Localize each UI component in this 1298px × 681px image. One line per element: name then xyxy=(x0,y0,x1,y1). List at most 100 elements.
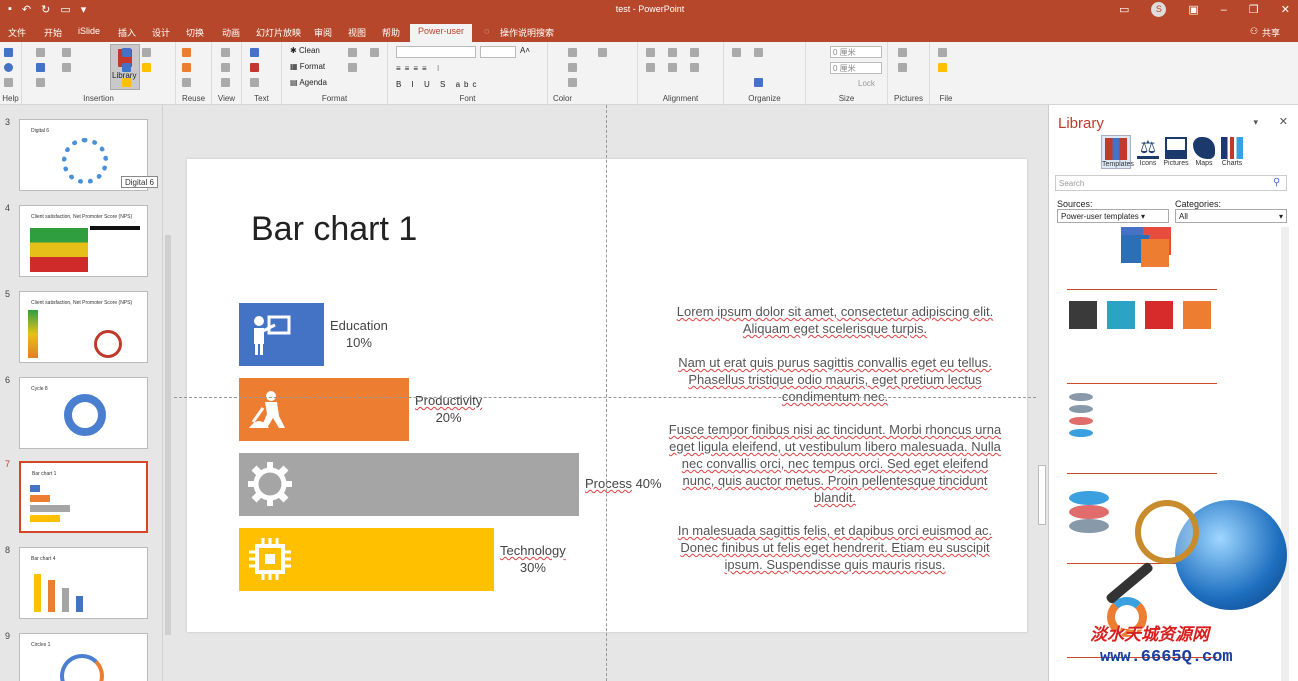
grid-icon[interactable] xyxy=(142,48,151,57)
tab-review[interactable]: 审阅 xyxy=(314,26,332,39)
template-preview[interactable] xyxy=(1069,491,1109,505)
reuse-icon[interactable] xyxy=(182,48,191,57)
group-objects-icon[interactable] xyxy=(754,48,763,57)
font-style-tools[interactable]: B I U S abc xyxy=(396,80,480,89)
refresh-icon[interactable] xyxy=(36,63,45,72)
thumbnail-slide-7[interactable]: Bar chart 1 xyxy=(19,461,148,533)
template-preview[interactable] xyxy=(1183,301,1211,329)
distribute-icon[interactable] xyxy=(732,48,741,57)
tab-maps[interactable]: Maps xyxy=(1189,135,1219,167)
pipette-icon[interactable] xyxy=(348,48,357,57)
template-preview[interactable] xyxy=(1107,301,1135,329)
undo-icon[interactable]: ↶ xyxy=(22,3,31,16)
template-preview[interactable] xyxy=(1145,301,1173,329)
sticky-icon[interactable] xyxy=(142,63,151,72)
library-search-input[interactable]: Search xyxy=(1055,175,1287,191)
flag-icon[interactable] xyxy=(122,78,131,87)
slide-scrollbar[interactable] xyxy=(1036,105,1048,681)
align-middle-icon[interactable] xyxy=(668,63,677,72)
tab-slideshow[interactable]: 幻灯片放映 xyxy=(256,26,301,39)
tab-design[interactable]: 设计 xyxy=(152,26,170,39)
scrollbar-thumb[interactable] xyxy=(165,235,171,635)
text-tool-icon[interactable] xyxy=(250,78,259,87)
info-icon[interactable] xyxy=(4,63,13,72)
thumbnails-scrollbar[interactable] xyxy=(163,105,173,681)
file-icon[interactable] xyxy=(938,48,947,57)
lock-toggle[interactable]: Lock xyxy=(858,79,875,88)
crop-icon[interactable] xyxy=(898,63,907,72)
fill-color-icon[interactable] xyxy=(568,63,577,72)
ribbon-display-icon[interactable]: ▭ xyxy=(1119,3,1129,16)
tell-me-search[interactable]: 操作说明搜索 xyxy=(500,26,554,39)
text-brush-icon[interactable] xyxy=(250,48,259,57)
copy-icon[interactable] xyxy=(182,78,191,87)
present-icon[interactable]: ▭ xyxy=(60,3,70,16)
eraser-icon[interactable] xyxy=(370,48,379,57)
redo-icon[interactable]: ↻ xyxy=(41,3,50,16)
template-preview[interactable] xyxy=(1069,405,1093,413)
tab-view[interactable]: 视图 xyxy=(348,26,366,39)
settings-icon[interactable] xyxy=(4,78,13,87)
language-flag-icon[interactable] xyxy=(250,63,259,72)
line-color-icon[interactable] xyxy=(568,78,577,87)
minimize-button[interactable]: – xyxy=(1221,4,1227,16)
close-icon[interactable]: ✕ xyxy=(1279,115,1288,128)
tab-insert[interactable]: 插入 xyxy=(118,26,136,39)
template-preview[interactable] xyxy=(1069,417,1093,425)
agenda-button[interactable]: ▤ Agenda xyxy=(290,78,327,87)
tab-icons[interactable]: ⚖ Icons xyxy=(1133,135,1163,167)
table-icon[interactable] xyxy=(36,78,45,87)
maximize-button[interactable]: ❐ xyxy=(1249,3,1259,16)
view-list-icon[interactable] xyxy=(221,63,230,72)
save-icon[interactable]: ▪ xyxy=(8,3,12,16)
font-family-select[interactable] xyxy=(396,46,476,58)
bar-process[interactable] xyxy=(239,453,579,516)
bar-technology[interactable] xyxy=(239,528,494,591)
font-size-select[interactable] xyxy=(480,46,516,58)
template-previews[interactable] xyxy=(1057,227,1279,681)
sources-select[interactable]: Power-user templates ▾ xyxy=(1057,209,1169,223)
paste-icon[interactable] xyxy=(182,63,191,72)
bar-productivity[interactable] xyxy=(239,378,409,441)
tab-animations[interactable]: 动画 xyxy=(222,26,240,39)
lorem-paragraph-4[interactable]: In malesuada sagittis felis, et dapibus … xyxy=(665,522,1005,573)
tab-file[interactable]: 文件 xyxy=(8,26,26,39)
search-icon[interactable]: ⚲ xyxy=(1273,177,1280,188)
tab-charts[interactable]: Charts xyxy=(1217,135,1247,167)
font-grow-icon[interactable]: A˄ xyxy=(520,46,530,55)
library-scrollbar[interactable] xyxy=(1281,227,1289,681)
tab-islide[interactable]: iSlide xyxy=(78,26,100,36)
height-field[interactable]: 0 厘米 xyxy=(830,62,882,74)
thumbnail-slide-4[interactable]: Client satisfaction, Net Promoter Score … xyxy=(19,205,148,277)
avatar[interactable]: S xyxy=(1151,2,1167,17)
picture-icon[interactable] xyxy=(898,48,907,57)
slide-title[interactable]: Bar chart 1 xyxy=(251,210,417,249)
tab-transitions[interactable]: 切换 xyxy=(186,26,204,39)
template-preview[interactable] xyxy=(1069,301,1097,329)
view-grid-icon[interactable] xyxy=(221,48,230,57)
thumbnail-slide-5[interactable]: Client satisfaction, Net Promoter Score … xyxy=(19,291,148,363)
align-top-icon[interactable] xyxy=(646,63,655,72)
folder-icon[interactable] xyxy=(938,63,947,72)
thumbnail-slide-8[interactable]: Bar chart 4 xyxy=(19,547,148,619)
format-button[interactable]: ▦ Format xyxy=(290,62,325,71)
map-icon[interactable] xyxy=(122,63,131,72)
slide-icon[interactable] xyxy=(36,48,45,57)
tab-home[interactable]: 开始 xyxy=(44,26,62,39)
tab-pictures[interactable]: Pictures xyxy=(1161,135,1191,167)
search-icon[interactable] xyxy=(4,48,13,57)
align-center-icon[interactable] xyxy=(668,48,677,57)
template-preview[interactable] xyxy=(1069,429,1093,437)
grid-dots-icon[interactable] xyxy=(754,78,763,87)
brush-icon[interactable] xyxy=(348,63,357,72)
scrollbar-thumb[interactable] xyxy=(1038,465,1046,525)
clean-button[interactable]: ✱ Clean xyxy=(290,46,320,55)
categories-select[interactable]: All ▾ xyxy=(1175,209,1287,223)
thumbnail-slide-6[interactable]: Cycle 8 xyxy=(19,377,148,449)
thumbnail-slide-9[interactable]: Circles 1 xyxy=(19,633,148,681)
align-left-icon[interactable] xyxy=(646,48,655,57)
align-bottom-icon[interactable] xyxy=(690,63,699,72)
shape-icon[interactable] xyxy=(62,48,71,57)
template-preview[interactable] xyxy=(1069,519,1109,533)
template-preview[interactable] xyxy=(1069,393,1093,401)
